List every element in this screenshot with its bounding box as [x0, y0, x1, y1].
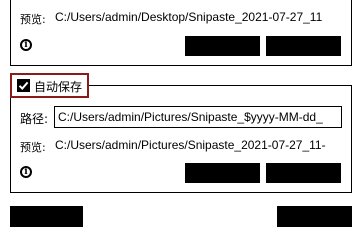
autosave-preview-label: 预览: [20, 141, 46, 154]
autosave-group-frame-top [88, 85, 352, 86]
autosave-browse-folder-button[interactable]: 选择文件夹 [266, 163, 341, 183]
autosave-checkbox-label[interactable]: 自动保存 [34, 78, 82, 95]
autosave-preview-value: C:/Users/admin/Pictures/Snipaste_2021-07… [55, 138, 326, 152]
autosave-group-frame-right [351, 85, 352, 193]
top-group-frame-bottom [10, 65, 352, 66]
top-open-folder-button[interactable]: 打开文件夹 [185, 36, 260, 56]
top-preview-value: C:/Users/admin/Desktop/Snipaste_2021-07-… [55, 10, 323, 24]
autosave-open-folder-button[interactable]: 打开文件夹 [185, 163, 260, 183]
checkmark-icon [18, 81, 29, 90]
ok-button[interactable]: 确定 [277, 206, 352, 227]
autosave-group-frame-left [10, 85, 11, 193]
autosave-group-frame-bottom [10, 192, 352, 193]
autosave-info-icon[interactable]: i [20, 166, 32, 178]
path-label: 路径: [20, 112, 49, 126]
autosave-checkbox[interactable] [17, 79, 30, 92]
top-info-icon[interactable]: i [20, 39, 32, 51]
top-group-frame-right [351, 0, 352, 66]
top-preview-label: 预览: [20, 13, 46, 26]
top-browse-folder-button[interactable]: 选择文件夹 [266, 36, 341, 56]
path-input[interactable] [54, 106, 342, 128]
restore-defaults-button[interactable]: 恢复默认 [10, 206, 83, 227]
top-group-frame-left [10, 0, 11, 66]
